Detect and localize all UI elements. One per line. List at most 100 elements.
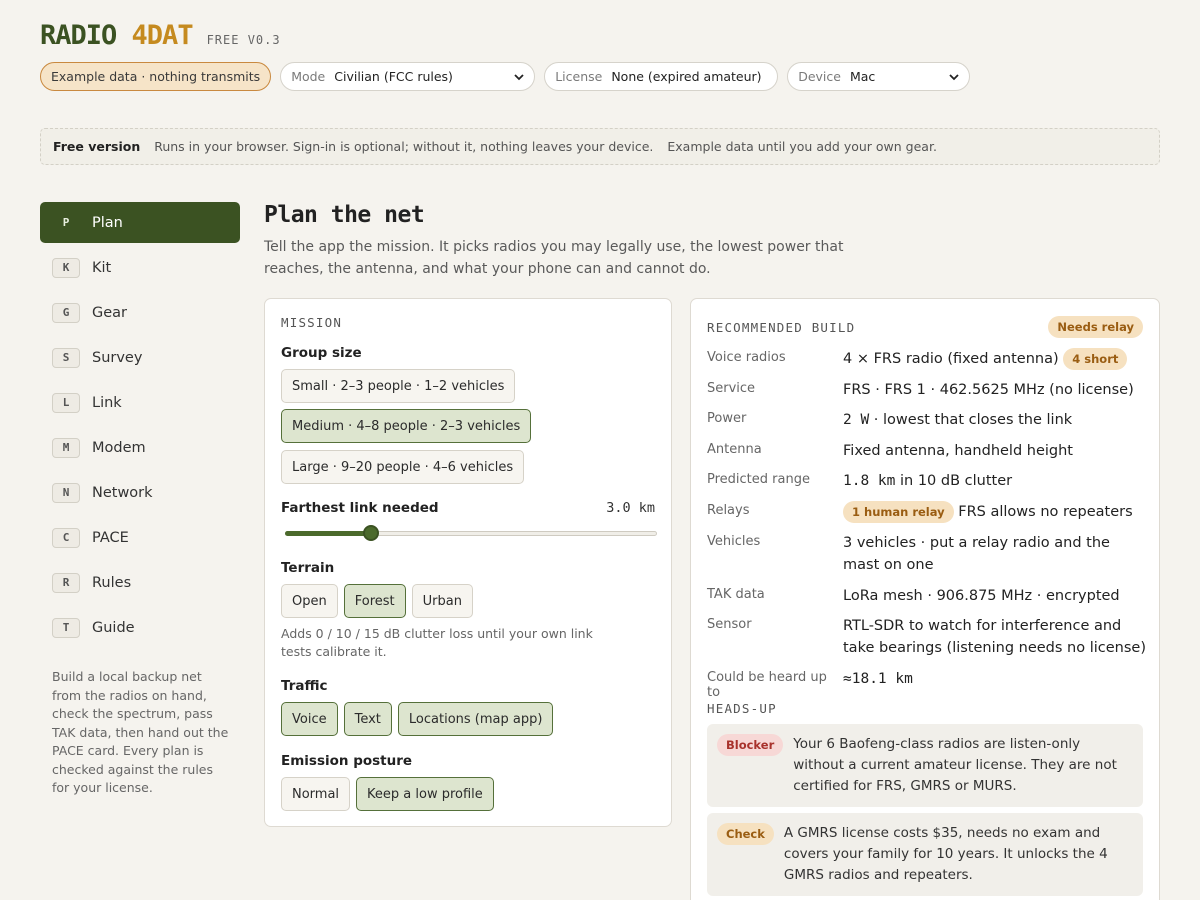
sensor-label: Sensor: [707, 617, 752, 632]
mode-label: Mode: [291, 69, 326, 84]
shortcut-key: C: [52, 527, 80, 548]
power-label: Power: [707, 411, 747, 426]
sidebar-item-label: Modem: [92, 439, 146, 456]
power-row: Power 2 W · lowest that closes the link: [707, 409, 1147, 431]
group-size-option-small[interactable]: Small · 2–3 people · 1–2 vehicles: [281, 369, 516, 403]
power-number: 2 W: [843, 412, 870, 428]
sidebar-item-modem[interactable]: M Modem: [40, 427, 240, 468]
power-value: · lowest that closes the link: [869, 412, 1073, 428]
shortcut-key: T: [52, 617, 80, 638]
group-size-option-medium[interactable]: Medium · 4–8 people · 2–3 vehicles: [281, 409, 532, 443]
relays-row: Relays 1 human relay FRS allows no repea…: [707, 501, 1147, 523]
voice-radios-value: 4 × FRS radio (fixed antenna): [843, 351, 1059, 367]
traffic-option-text[interactable]: Text: [343, 702, 392, 736]
sidebar-item-plan[interactable]: P Plan: [40, 202, 240, 243]
free-version-banner: Free version Runs in your browser. Sign-…: [40, 128, 1160, 165]
vehicles-row: Vehicles 3 vehicles · put a relay radio …: [707, 532, 1147, 576]
example-data-pill[interactable]: Example data · nothing transmits: [40, 62, 272, 91]
emission-option-normal[interactable]: Normal: [281, 777, 351, 811]
traffic-option-voice[interactable]: Voice: [281, 702, 338, 736]
sidebar-item-link[interactable]: L Link: [40, 382, 240, 423]
shortcut-key: K: [52, 257, 80, 278]
service-label: Service: [707, 381, 756, 396]
sidebar-item-survey[interactable]: S Survey: [40, 337, 240, 378]
sidebar-item-label: PACE: [92, 529, 129, 546]
group-size-label: Group size: [281, 345, 362, 361]
sidebar-item-label: Survey: [92, 349, 143, 366]
group-size-option-large[interactable]: Large · 9–20 people · 4–6 vehicles: [281, 450, 525, 484]
antenna-value: Fixed antenna, handheld height: [843, 443, 1073, 459]
sensor-row: Sensor RTL-SDR to watch for interference…: [707, 615, 1147, 659]
shortcut-key: P: [62, 216, 70, 229]
banner-text-privacy: Runs in your browser. Sign-in is optiona…: [154, 139, 654, 154]
app-name: RADIO 4DAT: [40, 20, 194, 51]
chevron-down-icon: [514, 73, 524, 80]
app-version: FREE V0.3: [206, 33, 281, 47]
terrain-option-forest[interactable]: Forest: [343, 584, 406, 618]
relays-label: Relays: [707, 503, 750, 518]
terrain-hint: Adds 0 / 10 / 15 dB clutter loss until y…: [281, 626, 593, 659]
license-select[interactable]: License None (expired amateur): [544, 62, 779, 91]
heard-range-row: Could be heard up to ≈18.1 km: [707, 668, 1147, 700]
topbar: Example data · nothing transmits Mode Ci…: [40, 62, 971, 91]
traffic-option-locations[interactable]: Locations (map app): [397, 702, 554, 736]
traffic-options: Voice Text Locations (map app): [281, 702, 554, 736]
sidebar-item-kit[interactable]: K Kit: [40, 247, 240, 288]
recommended-build-card: RECOMMENDED BUILD Needs relay Voice radi…: [690, 298, 1160, 900]
range-value: in 10 dB clutter: [895, 473, 1013, 489]
terrain-option-open[interactable]: Open: [281, 584, 338, 618]
slider-thumb[interactable]: [362, 525, 379, 541]
tak-data-value: LoRa mesh · 906.875 MHz · encrypted: [843, 588, 1120, 604]
voice-radios-label: Voice radios: [707, 350, 786, 365]
headsup-heading: HEADS-UP: [707, 701, 777, 716]
check-tag: Check: [717, 823, 774, 845]
heard-range-label: Could be heard up to: [707, 670, 827, 700]
vehicles-label: Vehicles: [707, 534, 761, 549]
emission-options: Normal Keep a low profile: [281, 777, 494, 811]
license-value: None (expired amateur): [611, 69, 762, 84]
sidebar-item-label: Rules: [92, 574, 132, 591]
farthest-link-label: Farthest link needed: [281, 500, 439, 516]
build-heading: RECOMMENDED BUILD: [707, 320, 856, 335]
sidebar-item-label: Guide: [92, 619, 135, 636]
mode-select[interactable]: Mode Civilian (FCC rules): [280, 62, 536, 91]
vehicles-value: 3 vehicles · put a relay radio and the m…: [843, 535, 1110, 573]
sidebar-item-gear[interactable]: G Gear: [40, 292, 240, 333]
range-number: 1.8 km: [843, 473, 896, 489]
page-title: Plan the net: [264, 202, 425, 228]
terrain-option-urban[interactable]: Urban: [411, 584, 473, 618]
sidebar: P Plan K Kit G Gear S Survey L Link M Modem NN…: [40, 202, 240, 798]
tak-data-label: TAK data: [707, 587, 765, 602]
emission-label: Emission posture: [281, 753, 413, 769]
emission-option-low-profile[interactable]: Keep a low profile: [356, 777, 494, 811]
traffic-label: Traffic: [281, 678, 328, 694]
device-select[interactable]: Device Mac: [787, 62, 971, 91]
terrain-options: Open Forest Urban: [281, 584, 473, 618]
range-row: Predicted range 1.8 km in 10 dB clutter: [707, 470, 1147, 492]
sidebar-item-label: Kit: [92, 259, 112, 276]
tak-data-row: TAK data LoRa mesh · 906.875 MHz · encry…: [707, 585, 1147, 607]
service-row: Service FRS · FRS 1 · 462.5625 MHz (no l…: [707, 379, 1147, 401]
sidebar-item-guide[interactable]: T Guide: [40, 607, 240, 648]
shortcut-key: N: [52, 482, 80, 503]
check-alert: Check A GMRS license costs $35, needs no…: [707, 813, 1143, 896]
blocker-text: Your 6 Baofeng-class radios are listen-o…: [793, 736, 1117, 794]
blocker-tag: Blocker: [717, 734, 784, 756]
chevron-down-icon: [949, 73, 959, 80]
sidebar-item-network[interactable]: N Network: [40, 472, 240, 513]
sensor-value: RTL-SDR to watch for interference and ta…: [843, 618, 1146, 656]
sidebar-item-rules[interactable]: R Rules: [40, 562, 240, 603]
shortcut-key: R: [52, 572, 80, 593]
short-count-badge: 4 short: [1063, 348, 1128, 370]
mode-value: Civilian (FCC rules): [334, 69, 453, 84]
banner-text-example: Example data until you add your own gear…: [667, 139, 937, 154]
relay-badge: 1 human relay: [843, 501, 954, 523]
build-status-badge: Needs relay: [1048, 316, 1143, 338]
range-label: Predicted range: [707, 472, 810, 487]
banner-title: Free version: [53, 139, 141, 154]
antenna-label: Antenna: [707, 442, 762, 457]
relays-value: FRS allows no repeaters: [958, 504, 1133, 520]
page-subtitle: Tell the app the mission. It picks radio…: [264, 239, 844, 277]
sidebar-item-label: Network: [92, 484, 153, 501]
sidebar-item-pace[interactable]: C PACE: [40, 517, 240, 558]
